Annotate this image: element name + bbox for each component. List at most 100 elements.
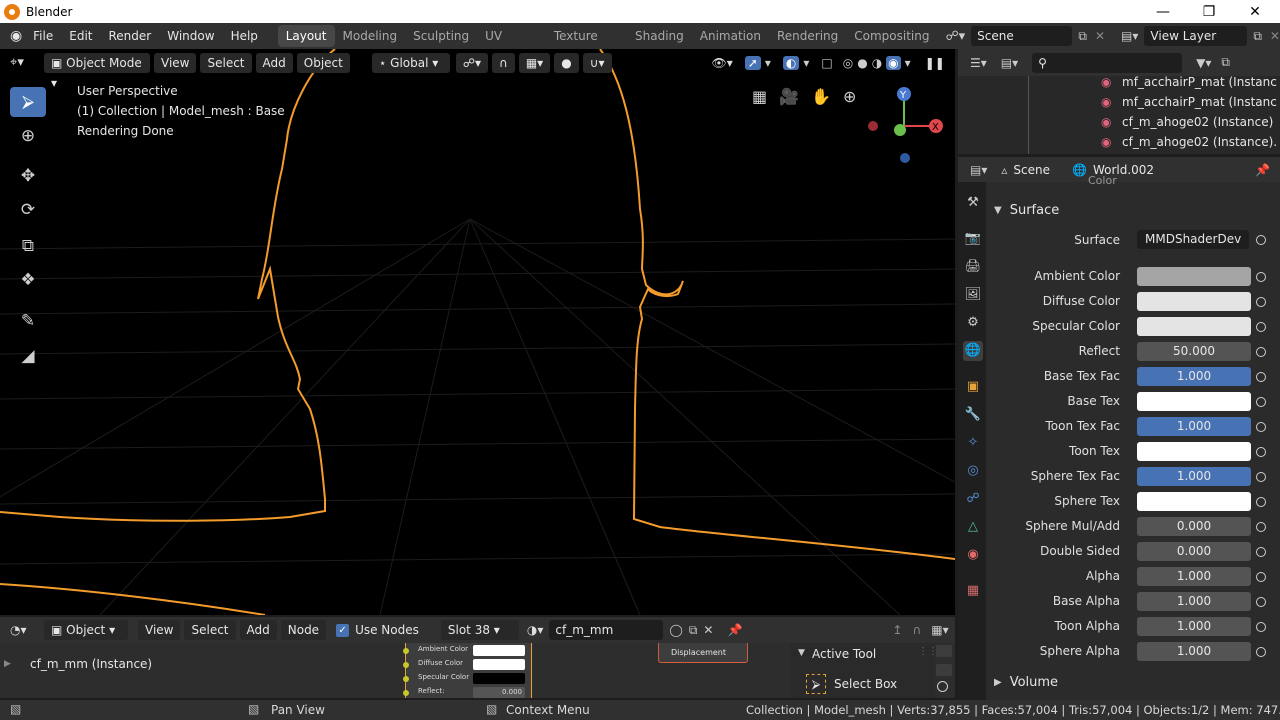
pin-icon[interactable]: 📌: [1255, 163, 1270, 177]
sphere-tex-fac-link-icon[interactable]: [1256, 472, 1266, 482]
select-box-tool-icon[interactable]: ⮚: [10, 87, 46, 117]
toon-tex-fac-link-icon[interactable]: [1256, 422, 1266, 432]
viewport-menu-add[interactable]: Add: [255, 52, 293, 73]
alpha-field[interactable]: 1.000: [1137, 567, 1251, 586]
sphere-alpha-field[interactable]: 1.000: [1137, 642, 1251, 661]
new-collection-icon[interactable]: ⧉: [1221, 55, 1230, 70]
outliner-search-input[interactable]: ⚲: [1032, 52, 1183, 73]
overlay-dropdown-icon[interactable]: ▾: [803, 56, 809, 70]
visibility-icon[interactable]: 👁▾: [712, 56, 733, 70]
node-input-row[interactable]: Specular Color: [403, 672, 531, 685]
properties-type-icon[interactable]: ▤▾: [970, 163, 987, 177]
sphere-tex-link-icon[interactable]: [1256, 497, 1266, 507]
surface-panel-header[interactable]: ▼ Surface: [986, 199, 1276, 221]
menu-file[interactable]: File: [25, 25, 61, 47]
node-snap-element-icon[interactable]: ▦▾: [931, 623, 948, 637]
measure-tool-icon[interactable]: ◢: [10, 341, 46, 371]
viewport-menu-select[interactable]: Select: [200, 52, 252, 73]
blender-menu-icon[interactable]: ◉: [10, 28, 25, 44]
base-tex-fac-field[interactable]: 1.000: [1137, 367, 1251, 386]
menu-render[interactable]: Render: [101, 25, 160, 47]
gizmo-dropdown-icon[interactable]: ▾: [765, 56, 771, 70]
view-layer-field[interactable]: View Layer: [1144, 26, 1248, 46]
node-editor-type-icon[interactable]: ◔▾: [10, 623, 40, 637]
node-input-value[interactable]: [473, 659, 525, 670]
shading-dropdown-icon[interactable]: ▾: [905, 56, 911, 70]
node-editor-canvas[interactable]: ▶ cf_m_mm (Instance) Ambient Color Diffus…: [0, 643, 955, 698]
snap-icon[interactable]: ∩: [492, 52, 515, 73]
zoom-icon[interactable]: ⊕: [843, 87, 856, 106]
wireframe-shading-icon[interactable]: ◎: [843, 56, 853, 70]
shader-node[interactable]: Ambient Color Diffuse Color Specular Color…: [403, 643, 532, 699]
unlink-material-icon[interactable]: ✕: [703, 623, 713, 637]
tab-texture-paint[interactable]: Texture Paint: [546, 25, 627, 65]
navigation-gizmo[interactable]: Y X: [860, 82, 950, 172]
outliner-item[interactable]: cf_m_ahoge02 (Instance): [1122, 112, 1273, 132]
node-input-value[interactable]: [473, 673, 525, 684]
sphere-tex-field[interactable]: [1137, 492, 1251, 511]
toon-tex-field[interactable]: [1137, 442, 1251, 461]
node-input-row[interactable]: Reflect: 0.000: [403, 686, 531, 699]
cursor-tool-icon[interactable]: ⊕: [10, 121, 46, 151]
parent-node-tree-icon[interactable]: ↥: [892, 623, 902, 637]
specular-color-link-icon[interactable]: [1256, 322, 1266, 332]
gizmo-toggle-icon[interactable]: ➚: [744, 55, 761, 70]
node-object-dropdown[interactable]: ▣ Object ▾: [44, 620, 128, 640]
pivot-icon[interactable]: ☍▾: [455, 52, 489, 73]
tab-uv-editing[interactable]: UV Editing: [477, 25, 546, 65]
surface-link-icon[interactable]: [1256, 235, 1266, 245]
tab-modeling[interactable]: Modeling: [335, 25, 406, 47]
node-input-value[interactable]: [473, 645, 525, 656]
overlay-toggle-icon[interactable]: ◐: [782, 55, 800, 70]
solid-shading-icon[interactable]: ●: [857, 56, 867, 70]
scene-selector-icon[interactable]: ☍▾: [945, 29, 965, 44]
tab-shading[interactable]: Shading: [627, 25, 692, 47]
node-input-value[interactable]: 0.000: [473, 687, 525, 698]
tab-animation[interactable]: Animation: [692, 25, 769, 47]
new-scene-icon[interactable]: ⧉: [1078, 29, 1087, 44]
base-tex-fac-link-icon[interactable]: [1256, 372, 1266, 382]
base-tex-field[interactable]: [1137, 392, 1251, 411]
sidebar-tab[interactable]: [936, 645, 952, 657]
volume-panel-header[interactable]: ▶ Volume: [986, 671, 1276, 693]
surface-shader-field[interactable]: MMDShaderDev: [1137, 230, 1249, 249]
base-alpha-field[interactable]: 1.000: [1137, 592, 1251, 611]
proportional-edit-icon[interactable]: ●: [554, 52, 579, 73]
ambient-color-field[interactable]: [1137, 267, 1251, 286]
filter-icon[interactable]: ▼▾: [1196, 56, 1211, 70]
xray-icon[interactable]: □: [821, 56, 832, 70]
outliner-type-icon[interactable]: ☰▾: [970, 56, 987, 70]
use-nodes-checkbox[interactable]: ✓: [336, 623, 350, 637]
select-box-icon[interactable]: ⮚: [806, 674, 826, 694]
node-menu-view[interactable]: View: [138, 620, 181, 640]
specular-color-field[interactable]: [1137, 317, 1251, 336]
sphere-tex-fac-field[interactable]: 1.000: [1137, 467, 1251, 486]
tab-layout[interactable]: Layout: [277, 25, 335, 47]
toon-tex-fac-field[interactable]: 1.000: [1137, 417, 1251, 436]
rendered-shading-icon[interactable]: ◉: [886, 55, 901, 70]
outliner-item[interactable]: mf_acchairP_mat (Instanc: [1122, 72, 1277, 92]
diffuse-color-field[interactable]: [1137, 292, 1251, 311]
material-shading-icon[interactable]: ◑: [872, 56, 882, 70]
input-socket[interactable]: [403, 662, 409, 668]
pan-hand-icon[interactable]: ✋: [811, 87, 831, 106]
tool-tab-icon[interactable]: ⚒: [963, 193, 983, 213]
sidebar-expand-icon[interactable]: ▶: [4, 659, 11, 669]
alpha-link-icon[interactable]: [1256, 572, 1266, 582]
maximize-icon[interactable]: ❐: [1186, 0, 1232, 23]
base-tex-link-icon[interactable]: [1256, 397, 1266, 407]
grid-toggle-icon[interactable]: ▦: [752, 87, 767, 106]
sphere-mul-add-link-icon[interactable]: [1256, 522, 1266, 532]
toon-tex-link-icon[interactable]: [1256, 447, 1266, 457]
close-icon[interactable]: ✕: [1232, 0, 1278, 23]
delete-view-layer-icon[interactable]: ✕: [1270, 29, 1280, 43]
new-view-layer-icon[interactable]: ⧉: [1253, 29, 1262, 44]
scene-name-field[interactable]: Scene: [971, 26, 1073, 46]
double-sided-link-icon[interactable]: [1256, 547, 1266, 557]
outliner-item[interactable]: mf_acchairP_mat (Instanc: [1122, 92, 1277, 112]
material-browse-icon[interactable]: ◑▾: [527, 623, 544, 637]
toon-alpha-link-icon[interactable]: [1256, 622, 1266, 632]
duplicate-material-icon[interactable]: ⧉: [689, 623, 698, 638]
mode-dropdown[interactable]: ▣ Object Mode ▾: [44, 52, 150, 90]
ambient-color-link-icon[interactable]: [1256, 272, 1266, 282]
